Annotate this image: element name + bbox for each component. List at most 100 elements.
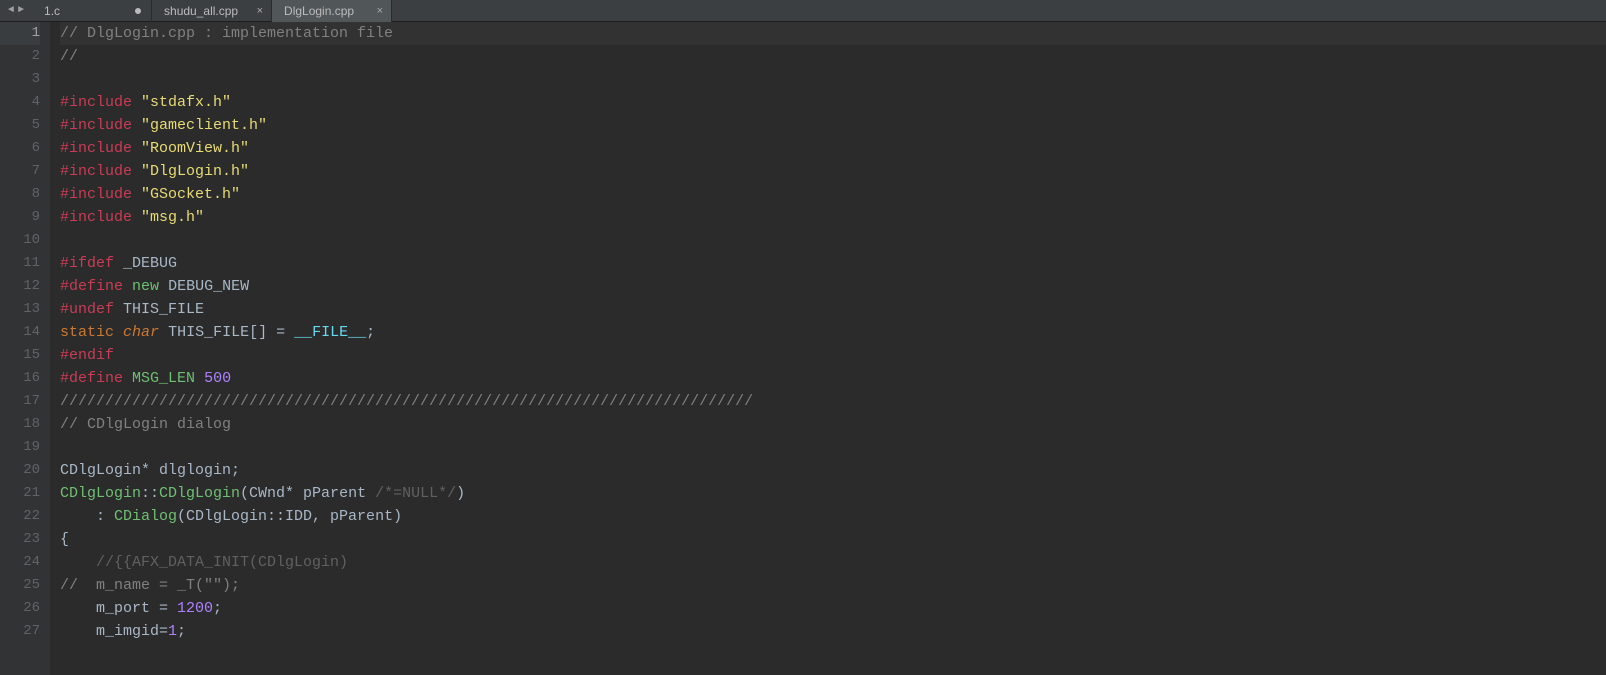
- line-number: 3: [0, 68, 40, 91]
- line-number: 25: [0, 574, 40, 597]
- code-line[interactable]: [60, 436, 1606, 459]
- code-line[interactable]: // m_name = _T("");: [60, 574, 1606, 597]
- code-token: MSG_LEN: [132, 370, 195, 387]
- code-token: 1200: [177, 600, 213, 617]
- code-token: "DlgLogin.h": [141, 163, 249, 180]
- code-line[interactable]: {: [60, 528, 1606, 551]
- code-line[interactable]: #include "DlgLogin.h": [60, 160, 1606, 183]
- code-token: //{{AFX_DATA_INIT(CDlgLogin): [96, 554, 348, 571]
- code-token: [132, 94, 141, 111]
- line-number: 22: [0, 505, 40, 528]
- code-editor[interactable]: 1234567891011121314151617181920212223242…: [0, 22, 1606, 675]
- code-line[interactable]: [60, 68, 1606, 91]
- code-line[interactable]: #include "gameclient.h": [60, 114, 1606, 137]
- nav-back-icon[interactable]: ◄: [6, 5, 16, 16]
- line-number: 21: [0, 482, 40, 505]
- line-number: 27: [0, 620, 40, 643]
- code-token: #define: [60, 370, 123, 387]
- code-line[interactable]: #define new DEBUG_NEW: [60, 275, 1606, 298]
- close-icon[interactable]: ×: [257, 5, 263, 17]
- line-number: 1: [0, 22, 40, 45]
- code-line[interactable]: //: [60, 45, 1606, 68]
- tab-label: shudu_all.cpp: [164, 4, 238, 18]
- code-token: "stdafx.h": [141, 94, 231, 111]
- code-token: // m_name = _T("");: [60, 577, 240, 594]
- tab-1-c[interactable]: 1.c: [32, 0, 152, 22]
- code-line[interactable]: #include "RoomView.h": [60, 137, 1606, 160]
- code-token: {: [60, 531, 69, 548]
- code-token: ;: [366, 324, 375, 341]
- code-token: #include: [60, 117, 132, 134]
- code-token: #include: [60, 163, 132, 180]
- code-line[interactable]: m_port = 1200;: [60, 597, 1606, 620]
- code-area[interactable]: // DlgLogin.cpp : implementation file // …: [50, 22, 1606, 675]
- code-token: [123, 370, 132, 387]
- code-line[interactable]: // CDlgLogin dialog: [60, 413, 1606, 436]
- code-line[interactable]: #endif: [60, 344, 1606, 367]
- line-number: 6: [0, 137, 40, 160]
- code-token: "RoomView.h": [141, 140, 249, 157]
- code-token: ////////////////////////////////////////…: [60, 393, 753, 410]
- nav-forward-icon[interactable]: ►: [16, 5, 26, 16]
- tab-bar: ◄ ► 1.c shudu_all.cpp × DlgLogin.cpp ×: [0, 0, 1606, 22]
- code-token: ): [456, 485, 465, 502]
- code-token: ::: [141, 485, 159, 502]
- code-token: //: [60, 48, 78, 65]
- tab-DlgLogin-cpp[interactable]: DlgLogin.cpp ×: [272, 0, 392, 22]
- line-number: 14: [0, 321, 40, 344]
- code-token: "GSocket.h": [141, 186, 240, 203]
- code-line[interactable]: #include "msg.h": [60, 206, 1606, 229]
- code-token: #undef: [60, 301, 114, 318]
- line-number: 11: [0, 252, 40, 275]
- code-token: ;: [213, 600, 222, 617]
- code-line[interactable]: // DlgLogin.cpp : implementation file: [60, 22, 1606, 45]
- code-line[interactable]: #define MSG_LEN 500: [60, 367, 1606, 390]
- code-line[interactable]: #ifdef _DEBUG: [60, 252, 1606, 275]
- code-token: /*=NULL*/: [375, 485, 456, 502]
- line-number: 13: [0, 298, 40, 321]
- line-number: 8: [0, 183, 40, 206]
- code-token: [159, 324, 168, 341]
- code-line[interactable]: [60, 229, 1606, 252]
- line-number: 23: [0, 528, 40, 551]
- code-token: [132, 163, 141, 180]
- code-line[interactable]: //{{AFX_DATA_INIT(CDlgLogin): [60, 551, 1606, 574]
- code-line[interactable]: m_imgid=1;: [60, 620, 1606, 643]
- tab-shudu_all-cpp[interactable]: shudu_all.cpp ×: [152, 0, 272, 22]
- line-number: 7: [0, 160, 40, 183]
- code-line[interactable]: #include "GSocket.h": [60, 183, 1606, 206]
- line-number: 20: [0, 459, 40, 482]
- line-number: 24: [0, 551, 40, 574]
- code-line[interactable]: #include "stdafx.h": [60, 91, 1606, 114]
- tab-label: 1.c: [44, 4, 60, 18]
- code-token: #include: [60, 209, 132, 226]
- code-token: (CDlgLogin::IDD, pParent): [177, 508, 402, 525]
- code-line[interactable]: ////////////////////////////////////////…: [60, 390, 1606, 413]
- line-number: 9: [0, 206, 40, 229]
- code-token: #include: [60, 140, 132, 157]
- line-number-gutter: 1234567891011121314151617181920212223242…: [0, 22, 50, 675]
- close-icon[interactable]: ×: [377, 5, 383, 17]
- code-token: (CWnd* pParent: [240, 485, 375, 502]
- line-number: 10: [0, 229, 40, 252]
- code-line[interactable]: CDlgLogin* dlglogin;: [60, 459, 1606, 482]
- code-token: char: [123, 324, 159, 341]
- code-token: [114, 255, 123, 272]
- line-number: 26: [0, 597, 40, 620]
- code-token: 500: [204, 370, 231, 387]
- code-token: 1: [168, 623, 177, 640]
- code-token: [60, 554, 96, 571]
- tab-label: DlgLogin.cpp: [284, 4, 354, 18]
- code-token: #define: [60, 278, 123, 295]
- code-line[interactable]: #undef THIS_FILE: [60, 298, 1606, 321]
- code-token: "msg.h": [141, 209, 204, 226]
- code-token: CDialog: [114, 508, 177, 525]
- nav-arrows: ◄ ►: [0, 5, 32, 16]
- code-token: __FILE__: [294, 324, 366, 341]
- code-token: CDlgLogin* dlglogin;: [60, 462, 240, 479]
- code-line[interactable]: : CDialog(CDlgLogin::IDD, pParent): [60, 505, 1606, 528]
- code-token: CDlgLogin: [159, 485, 240, 502]
- code-line[interactable]: static char THIS_FILE[] = __FILE__;: [60, 321, 1606, 344]
- code-token: [114, 324, 123, 341]
- code-line[interactable]: CDlgLogin::CDlgLogin(CWnd* pParent /*=NU…: [60, 482, 1606, 505]
